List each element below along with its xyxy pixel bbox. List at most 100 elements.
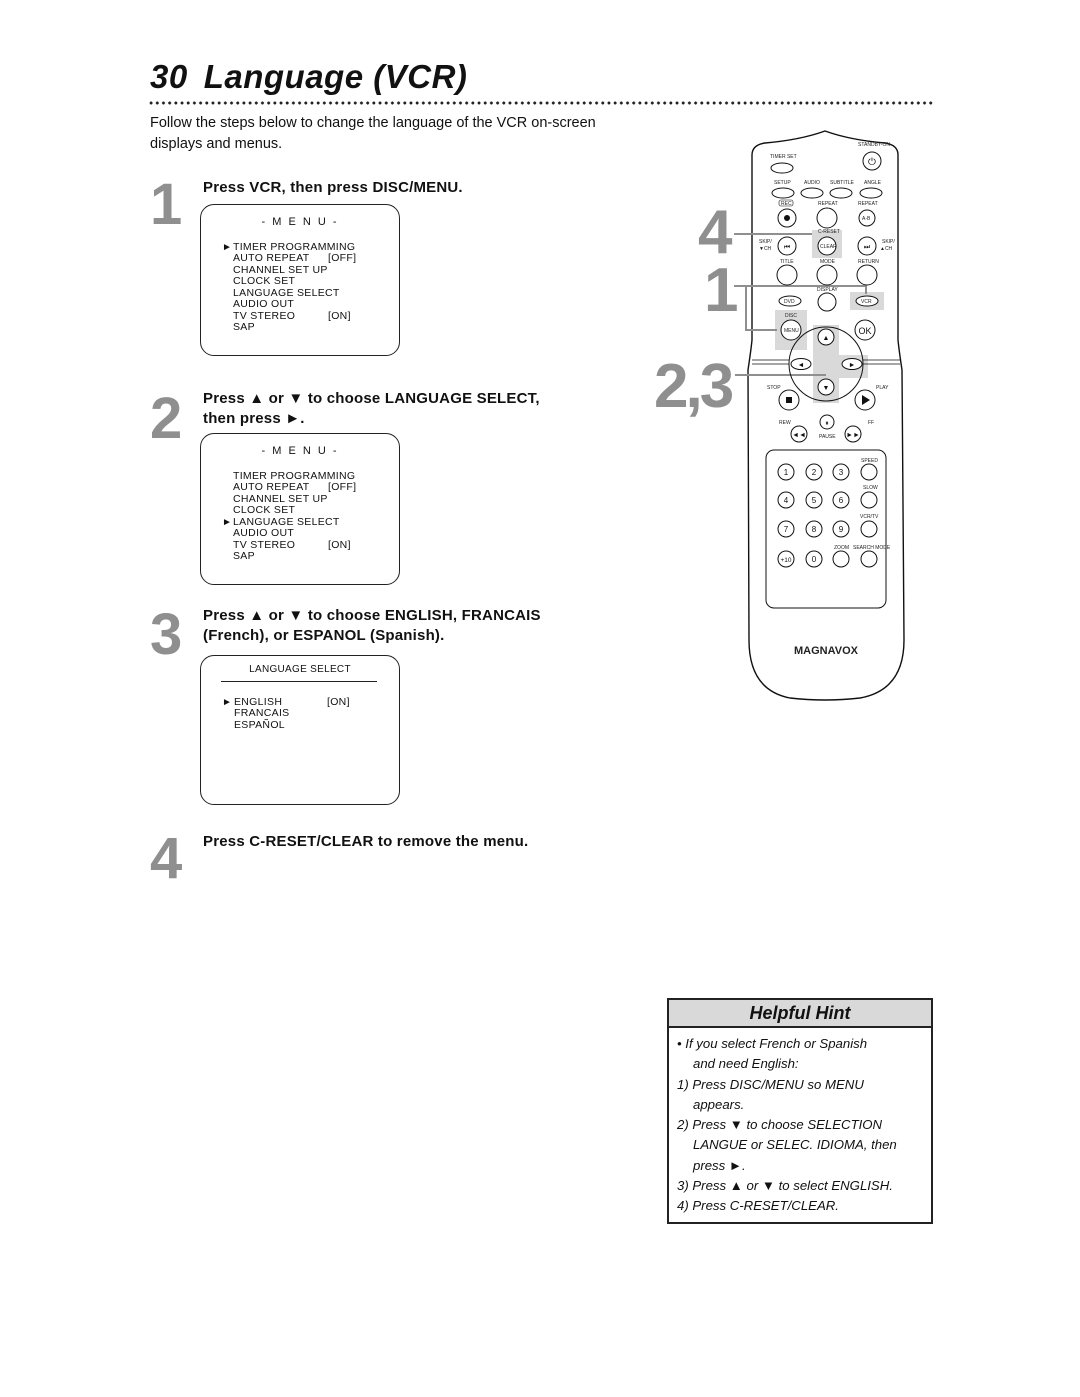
up-arrow-icon: ▲ bbox=[823, 335, 830, 342]
step-2-menu-screen: - M E N U - TIMER PROGRAMMING AUTO REPEAT… bbox=[200, 433, 400, 585]
setup-label: SETUP bbox=[774, 180, 791, 186]
menu-item-label: AUDIO OUT bbox=[233, 298, 295, 310]
dvd-label: DVD bbox=[784, 299, 795, 305]
menu-item: CHANNEL SET UP bbox=[201, 264, 399, 277]
left-arrow-icon: ◄ bbox=[798, 362, 805, 369]
menu-item-label: SAP bbox=[233, 321, 255, 333]
display-button bbox=[817, 292, 837, 312]
menu-item-label: CHANNEL SET UP bbox=[233, 492, 328, 505]
brand-logo: MAGNAVOX bbox=[794, 645, 859, 657]
step-1-number: 1 bbox=[150, 172, 183, 237]
digit-label: 2 bbox=[812, 468, 817, 477]
menu-item-label: TV STEREO bbox=[233, 538, 296, 551]
slow-label: SLOW bbox=[863, 485, 878, 491]
return-label: RETURN bbox=[858, 259, 879, 265]
menu-item-label: ESPAÑOL bbox=[234, 718, 285, 731]
disc-label: DISC bbox=[785, 313, 797, 319]
subtitle-button bbox=[829, 187, 853, 199]
menu-item: AUDIO OUT bbox=[201, 527, 399, 540]
menu-item-label: ENGLISH bbox=[234, 695, 283, 708]
hint-line: 2) Press ▼ to choose SELECTION bbox=[677, 1117, 883, 1133]
menu-item: SAP bbox=[201, 550, 399, 563]
menu-item-label: TIMER PROGRAMMING bbox=[233, 469, 356, 482]
menu-item: ► ENGLISH [ON] bbox=[201, 695, 399, 709]
skip-up-label: SKIP/ bbox=[882, 239, 895, 245]
digit-label: 1 bbox=[784, 468, 789, 477]
menu-item-label: CLOCK SET bbox=[233, 504, 296, 516]
step-2-number: 2 bbox=[150, 386, 183, 451]
header-rule bbox=[221, 680, 377, 682]
pause-label: PAUSE bbox=[819, 434, 836, 440]
search-mode-label: SEARCH MODE bbox=[853, 545, 891, 551]
audio-label: AUDIO bbox=[804, 180, 820, 186]
rewind-icon: ◄◄ bbox=[792, 432, 806, 439]
digit-label: 5 bbox=[812, 496, 817, 505]
menu-item-value: [OFF] bbox=[328, 252, 357, 264]
selection-pointer-icon: ► bbox=[222, 241, 233, 253]
remote-control-illustration: STANDBY-ON ⏻ TIMER SET SETUP AUDIO SUBTI… bbox=[734, 130, 905, 701]
ab-label: A-B bbox=[862, 216, 871, 222]
stop-icon bbox=[786, 397, 792, 403]
hint-title: Helpful Hint bbox=[669, 1000, 931, 1028]
speed-button bbox=[860, 463, 878, 481]
menu-item: TV STEREO [ON] bbox=[201, 310, 399, 323]
skip-back-icon: ⏮ bbox=[784, 244, 790, 251]
menu-item-label: LANGUAGE SELECT bbox=[233, 515, 340, 528]
digit-label: 4 bbox=[784, 496, 789, 505]
title-label: TITLE bbox=[780, 259, 794, 265]
hint-line: LANGUE or SELEC. IDIOMA, then bbox=[693, 1137, 897, 1153]
step-1-instruction: Press VCR, then press DISC/MENU. bbox=[203, 179, 463, 196]
hint-line: • If you select French or Spanish bbox=[677, 1036, 868, 1051]
hint-line: press ►. bbox=[693, 1157, 746, 1173]
stop-label: STOP bbox=[767, 385, 781, 391]
slow-button bbox=[860, 491, 878, 509]
menu-header: - M E N U - bbox=[261, 216, 339, 228]
setup-button bbox=[771, 187, 795, 199]
helpful-hint-box: Helpful Hint • If you select French or S… bbox=[667, 998, 933, 1224]
timer-set-label: TIMER SET bbox=[770, 154, 797, 160]
skip-up-ch-label: ▲CH bbox=[880, 246, 893, 252]
ok-label: OK bbox=[858, 326, 871, 336]
hint-line: and need English: bbox=[693, 1056, 799, 1072]
step-3-language-screen: LANGUAGE SELECT ► ENGLISH [ON] FRANCAIS ESPA… bbox=[200, 655, 400, 805]
selection-pointer-icon: ► bbox=[222, 696, 233, 708]
skip-down-ch-label: ▼CH bbox=[759, 246, 772, 252]
skip-down-label: SKIP/ bbox=[759, 239, 772, 245]
menu-item-value: [ON] bbox=[327, 695, 350, 708]
subtitle-label: SUBTITLE bbox=[830, 180, 855, 186]
pause-icon: ⏸ bbox=[825, 420, 829, 427]
page-title: 30 Language (VCR) bbox=[150, 58, 467, 96]
ff-label: FF bbox=[868, 420, 874, 426]
menu-item: LANGUAGE SELECT bbox=[201, 287, 399, 300]
timer-set-button bbox=[770, 162, 794, 174]
vcr-label: VCR bbox=[861, 299, 872, 305]
step-3-number: 3 bbox=[150, 602, 183, 667]
menu-item: ESPAÑOL bbox=[201, 718, 399, 732]
angle-button bbox=[859, 187, 883, 199]
mode-label: MODE bbox=[820, 259, 836, 265]
menu-item: TV STEREO [ON] bbox=[201, 538, 399, 552]
page-title-text: Language (VCR) bbox=[203, 58, 468, 95]
clear-label: CLEAR bbox=[820, 244, 837, 250]
menu-item-label: FRANCAIS bbox=[234, 707, 290, 719]
step-3-instruction-line1: Press ▲ or ▼ to choose ENGLISH, FRANCAIS bbox=[203, 607, 541, 624]
step-2-instruction-line1: Press ▲ or ▼ to choose LANGUAGE SELECT, bbox=[203, 390, 540, 407]
hint-line: appears. bbox=[693, 1096, 745, 1112]
menu-item: SAP bbox=[201, 321, 399, 334]
hint-line: 4) Press C-RESET/CLEAR. bbox=[677, 1198, 839, 1214]
hint-line: 1) Press DISC/MENU so MENU bbox=[677, 1076, 864, 1092]
digit-label: +10 bbox=[780, 557, 791, 564]
zoom-button bbox=[832, 550, 850, 568]
zoom-label: ZOOM bbox=[834, 545, 849, 551]
menu-item-value: [ON] bbox=[328, 538, 351, 551]
menu-item: AUDIO OUT bbox=[201, 298, 399, 311]
title-button bbox=[776, 264, 798, 286]
mode-button bbox=[816, 264, 838, 286]
digit-label: 7 bbox=[784, 525, 789, 534]
angle-label: ANGLE bbox=[864, 180, 882, 186]
menu-header: - M E N U - bbox=[261, 445, 339, 457]
step-4-instruction: Press C-RESET/CLEAR to remove the menu. bbox=[203, 833, 529, 850]
fast-forward-icon: ►► bbox=[846, 432, 860, 439]
intro-text: Follow the steps below to change the lan… bbox=[150, 115, 596, 152]
menu-item: ► LANGUAGE SELECT bbox=[201, 515, 399, 529]
